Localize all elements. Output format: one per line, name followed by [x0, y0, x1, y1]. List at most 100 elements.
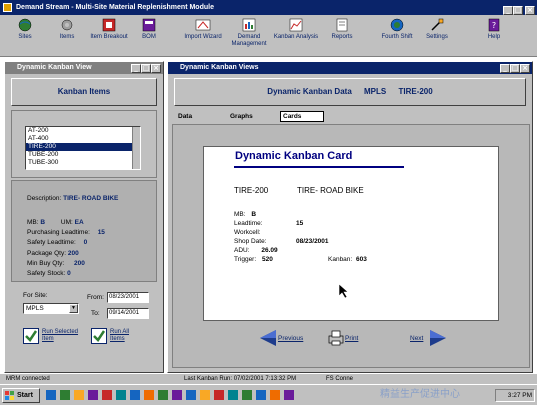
- left-close-button[interactable]: ×: [151, 64, 161, 73]
- card-workcell-label: Workcell:: [234, 229, 261, 236]
- header-title: Dynamic Kanban Data: [267, 87, 352, 96]
- quick-launch-icon[interactable]: [116, 390, 126, 400]
- purchasing-label: Purchasing Leadtime:: [27, 229, 90, 236]
- card-title-underline: [234, 166, 404, 168]
- card-adu-label: ADU:: [234, 247, 250, 254]
- to-date-input[interactable]: 09/14/2001: [107, 308, 149, 319]
- card-trigger-value: 520: [261, 256, 273, 263]
- card-description: TIRE- ROAD BIKE: [297, 186, 364, 195]
- quick-launch-icon[interactable]: [228, 390, 238, 400]
- printer-icon: [328, 330, 344, 346]
- list-item-selected[interactable]: TIRE-200: [26, 143, 140, 151]
- arrow-left-icon: [260, 330, 276, 346]
- card-trigger-label: Trigger:: [234, 256, 257, 263]
- kanban-views-window: Dynamic Kanban Views _ □ × Dynamic Kanban …: [167, 61, 533, 373]
- quick-launch-icon[interactable]: [186, 390, 196, 400]
- from-date-input[interactable]: 08/23/2001: [107, 292, 149, 303]
- list-item[interactable]: TUBE-300: [26, 159, 140, 167]
- card-leadtime-value: 15: [296, 220, 304, 227]
- kanban-items-header: Kanban Items: [11, 78, 157, 106]
- kanban-data-header: Dynamic Kanban Data MPLS TIRE-200: [174, 78, 526, 106]
- um-label: UM:: [60, 219, 73, 226]
- quick-launch-icon[interactable]: [214, 390, 224, 400]
- list-item[interactable]: TUBE-200: [26, 151, 140, 159]
- toolbar-kanban-analysis[interactable]: Kanban Analysis: [271, 18, 321, 41]
- item-listbox[interactable]: AT-200 AT-400 TIRE-200 TUBE-200 TUBE-300: [25, 126, 141, 170]
- wizard-icon: [195, 18, 211, 32]
- quick-launch-icon[interactable]: [60, 390, 70, 400]
- toolbar-settings[interactable]: Settings: [412, 18, 462, 41]
- previous-button[interactable]: Previous: [260, 329, 310, 349]
- card-kanban-label: Kanban:: [328, 256, 353, 263]
- fourth-shift-icon: [389, 18, 405, 32]
- tab-data[interactable]: Data: [178, 113, 192, 120]
- toolbar-help[interactable]: ? Help: [469, 18, 519, 41]
- quick-launch-icon[interactable]: [102, 390, 112, 400]
- help-icon: ?: [486, 18, 502, 32]
- toolbar-demand-management[interactable]: Demand Management: [224, 18, 274, 48]
- start-button[interactable]: Start: [2, 388, 40, 403]
- minimize-button[interactable]: _: [503, 6, 513, 15]
- card-adu-value: 26.09: [261, 247, 278, 254]
- safety-stock-row: Safety Stock: 0: [27, 270, 71, 277]
- card-mb-value: B: [251, 211, 257, 218]
- package-row: Package Qty: 200: [27, 250, 79, 257]
- package-value: 200: [67, 250, 79, 257]
- quick-launch-icon[interactable]: [88, 390, 98, 400]
- left-window-controls: _ □ ×: [131, 63, 161, 75]
- kanban-items-title: Kanban Items: [57, 87, 111, 96]
- run-selected-button[interactable]: Run Selected Item: [23, 327, 83, 347]
- tab-graphs[interactable]: Graphs: [230, 113, 253, 120]
- quick-launch-icon[interactable]: [270, 390, 280, 400]
- quick-launch-icon[interactable]: [144, 390, 154, 400]
- from-label: From:: [87, 294, 104, 301]
- card-title: Dynamic Kanban Card: [235, 150, 353, 162]
- quick-launch-icon[interactable]: [46, 390, 56, 400]
- quick-launch-icon[interactable]: [172, 390, 182, 400]
- reports-icon: [334, 18, 350, 32]
- maximize-button[interactable]: □: [513, 6, 523, 15]
- right-maximize-button[interactable]: □: [510, 64, 520, 73]
- list-item[interactable]: AT-200: [26, 127, 140, 135]
- purchasing-value: 15: [97, 229, 105, 236]
- kanban-view-window: Dynamic Kanban View _ □ × Kanban Items AT-…: [4, 61, 164, 373]
- tab-cards[interactable]: Cards: [280, 111, 324, 122]
- next-button[interactable]: Next: [408, 329, 448, 349]
- run-all-label: Run All Items: [110, 329, 130, 342]
- main-toolbar: Sites Items Item Breakout BOM Import Wiz…: [0, 15, 537, 57]
- toolbar-reports[interactable]: Reports: [317, 18, 367, 41]
- left-window-title: Dynamic Kanban View: [17, 64, 92, 71]
- card-mb-row: MB: B: [234, 211, 256, 218]
- quick-launch-icon[interactable]: [158, 390, 168, 400]
- list-item[interactable]: AT-400: [26, 135, 140, 143]
- quick-launch-icon[interactable]: [284, 390, 294, 400]
- right-close-button[interactable]: ×: [520, 64, 530, 73]
- chevron-down-icon[interactable]: ▼: [69, 304, 78, 313]
- mb-label: MB:: [27, 219, 39, 226]
- toolbar-import-wizard[interactable]: Import Wizard: [178, 18, 228, 41]
- run-all-button[interactable]: Run All Items: [91, 327, 151, 347]
- quick-launch-icon[interactable]: [200, 390, 210, 400]
- quick-launch-icon[interactable]: [256, 390, 266, 400]
- card-mb-label: MB:: [234, 211, 246, 218]
- print-button[interactable]: Print: [328, 330, 368, 348]
- quick-launch-icon[interactable]: [242, 390, 252, 400]
- toolbar-bom[interactable]: BOM: [124, 18, 174, 41]
- right-minimize-button[interactable]: _: [500, 64, 510, 73]
- card-leadtime-row: Leadtime:: [234, 220, 263, 227]
- safety-leadtime-row: Safety Leadtime: 0: [27, 239, 87, 246]
- right-window-title: Dynamic Kanban Views: [180, 64, 259, 71]
- site-value: MPLS: [26, 305, 44, 312]
- close-button[interactable]: ×: [525, 6, 535, 15]
- description-value: TIRE- ROAD BIKE: [63, 195, 119, 202]
- quick-launch-icon[interactable]: [130, 390, 140, 400]
- quick-launch-icon[interactable]: [74, 390, 84, 400]
- demand-icon: [241, 18, 257, 32]
- left-maximize-button[interactable]: □: [141, 64, 151, 73]
- left-minimize-button[interactable]: _: [131, 64, 141, 73]
- minbuy-label: Min Buy Qty:: [27, 260, 65, 267]
- site-select[interactable]: MPLS ▼: [23, 303, 79, 314]
- right-window-controls: _ □ ×: [500, 63, 530, 75]
- settings-icon: [429, 18, 445, 32]
- listbox-scrollbar[interactable]: [132, 127, 140, 169]
